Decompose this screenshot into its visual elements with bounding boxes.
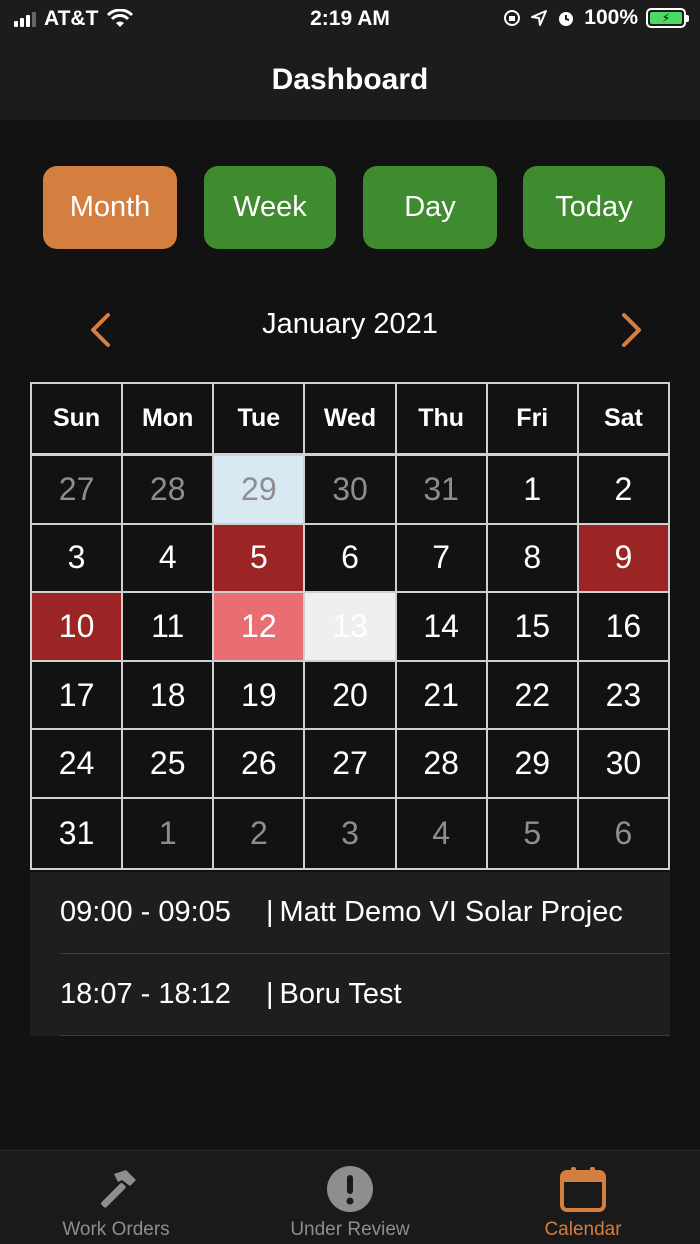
calendar-day-cell[interactable]: 29: [214, 456, 306, 523]
calendar-day-cell[interactable]: 20: [305, 661, 397, 729]
calendar-week-row: 10 11 12 13 14 15 16: [32, 593, 668, 662]
exclamation-icon: [325, 1165, 375, 1213]
event-item[interactable]: 09:00 - 09:05 | Matt Demo VI Solar Proje…: [60, 872, 670, 954]
next-month-button[interactable]: [602, 300, 662, 360]
status-bar: AT&T 2:19 AM 100% ⚡: [0, 0, 700, 40]
calendar-day-cell[interactable]: 29: [487, 730, 579, 797]
calendar-day-cell[interactable]: 22: [487, 661, 579, 729]
calendar-day-cell[interactable]: 30: [305, 456, 397, 523]
week-view-button[interactable]: Week: [204, 166, 336, 249]
calendar-day-cell[interactable]: 17: [32, 661, 124, 729]
weekday-label: Thu: [397, 384, 488, 453]
event-list: 09:00 - 09:05 | Matt Demo VI Solar Proje…: [30, 872, 670, 1036]
weekday-label: Mon: [123, 384, 215, 453]
calendar-day-cell[interactable]: 1: [487, 456, 579, 523]
today-button[interactable]: Today: [523, 166, 665, 249]
tab-work-orders[interactable]: Work Orders: [40, 1151, 192, 1244]
calendar-day-cell[interactable]: 16: [578, 593, 668, 660]
calendar-day-cell[interactable]: 28: [396, 730, 488, 797]
calendar-week-row: 27 28 29 30 31 1 2: [32, 456, 668, 525]
weekday-label: Sun: [32, 384, 124, 453]
chevron-right-icon: [622, 313, 641, 347]
tab-bar: Work Orders Under Review Calendar: [0, 1150, 700, 1244]
calendar-grid: Sun Mon Tue Wed Thu Fri Sat 27 28 29 30 31 1 2…: [30, 382, 670, 870]
event-item[interactable]: 18:07 - 18:12 | Boru Test: [60, 954, 670, 1036]
tab-label: Work Orders: [62, 1219, 170, 1240]
calendar-day-cell[interactable]: 31: [396, 456, 488, 523]
calendar-day-cell[interactable]: 27: [305, 730, 397, 797]
event-separator: |: [266, 896, 274, 928]
calendar-day-cell[interactable]: 25: [123, 730, 215, 797]
calendar-day-cell[interactable]: 1: [123, 798, 215, 868]
calendar-day-cell[interactable]: 10: [32, 593, 124, 660]
calendar-day-cell[interactable]: 13: [305, 593, 397, 660]
calendar-day-cell[interactable]: 28: [123, 456, 215, 523]
calendar-day-cell[interactable]: 19: [214, 661, 306, 729]
calendar-day-cell[interactable]: 4: [123, 524, 215, 592]
location-icon: [531, 10, 548, 26]
app-root: AT&T 2:19 AM 100% ⚡ Dashboard Month Week…: [0, 0, 700, 1244]
calendar-day-cell[interactable]: 18: [123, 661, 215, 729]
event-title: Matt Demo VI Solar Projec: [279, 896, 623, 928]
calendar-week-row: 3456789: [32, 524, 668, 594]
calendar-day-cell[interactable]: 3: [305, 798, 397, 868]
page-title: Dashboard: [271, 63, 429, 96]
battery-percent: 100%: [584, 6, 638, 29]
calendar-day-cell[interactable]: 27: [32, 456, 124, 523]
calendar-day-cell[interactable]: 2: [214, 798, 306, 868]
calendar-day-cell[interactable]: 23: [578, 661, 668, 729]
calendar-day-cell[interactable]: 21: [396, 661, 488, 729]
calendar-day-cell[interactable]: 26: [214, 730, 306, 797]
calendar-day-cell[interactable]: 30: [578, 730, 668, 797]
calendar-day-cell[interactable]: 9: [578, 524, 668, 592]
calendar-day-cell[interactable]: 6: [578, 798, 668, 868]
calendar-day-cell[interactable]: 12: [214, 593, 306, 660]
hammer-icon: [91, 1165, 141, 1213]
calendar-week-row: 31 1 2 3 4 5 6: [32, 798, 668, 868]
event-separator: |: [266, 978, 274, 1010]
calendar-week-row: 24 25 26 27 28 29 30: [32, 730, 668, 799]
calendar-day-cell[interactable]: 5: [214, 524, 306, 592]
calendar-day-cell[interactable]: 7: [396, 524, 488, 592]
tab-label: Calendar: [544, 1219, 622, 1240]
event-title: Boru Test: [279, 978, 402, 1010]
status-right: 100% ⚡: [502, 6, 689, 30]
event-time: 18:07 - 18:12: [60, 978, 231, 1010]
calendar-day-cell[interactable]: 4: [396, 798, 488, 868]
calendar-day-cell[interactable]: 3: [32, 524, 124, 592]
weekday-label: Sat: [603, 404, 643, 432]
day-view-button[interactable]: Day: [363, 166, 497, 249]
event-time: 09:00 - 09:05: [60, 896, 231, 928]
calendar-day-cell[interactable]: 11: [123, 593, 215, 660]
calendar-day-cell[interactable]: 15: [487, 593, 579, 660]
calendar-day-cell[interactable]: 2: [578, 456, 668, 523]
battery-icon: ⚡: [646, 8, 689, 28]
calendar-day-cell[interactable]: 6: [305, 524, 397, 592]
tab-label: Under Review: [290, 1219, 410, 1240]
calendar-icon: [558, 1165, 608, 1213]
nav-bar: Dashboard: [0, 40, 700, 120]
orientation-lock-icon: [504, 10, 521, 26]
tab-calendar[interactable]: Calendar: [520, 1151, 646, 1244]
weekday-label: Fri: [488, 384, 579, 453]
weekday-label: Wed: [305, 384, 397, 453]
tab-under-review[interactable]: Under Review: [270, 1151, 430, 1244]
calendar-day-cell[interactable]: 8: [487, 524, 579, 592]
previous-month-button[interactable]: [70, 300, 130, 360]
calendar-day-cell[interactable]: 31: [32, 798, 124, 868]
weekday-header: Sun Mon Tue Wed Thu Fri Sat: [32, 384, 668, 456]
calendar-week-row: 17 18 19 20 21 22 23: [32, 661, 668, 731]
chevron-left-icon: [91, 313, 110, 347]
alarm-icon: [559, 12, 574, 26]
calendar-day-cell[interactable]: 14: [396, 593, 488, 660]
month-view-button[interactable]: Month: [43, 166, 177, 249]
calendar-weeks: 27 28 29 30 31 1 2 3 4 5 6 7 8 9 10 11 12 13 14 15 16 17 18 19 2…: [32, 456, 668, 868]
weekday-label: Tue: [214, 384, 306, 453]
calendar-day-cell[interactable]: 24: [32, 730, 124, 797]
calendar-day-cell[interactable]: 5: [487, 798, 579, 868]
month-title: January 2021: [262, 308, 438, 340]
